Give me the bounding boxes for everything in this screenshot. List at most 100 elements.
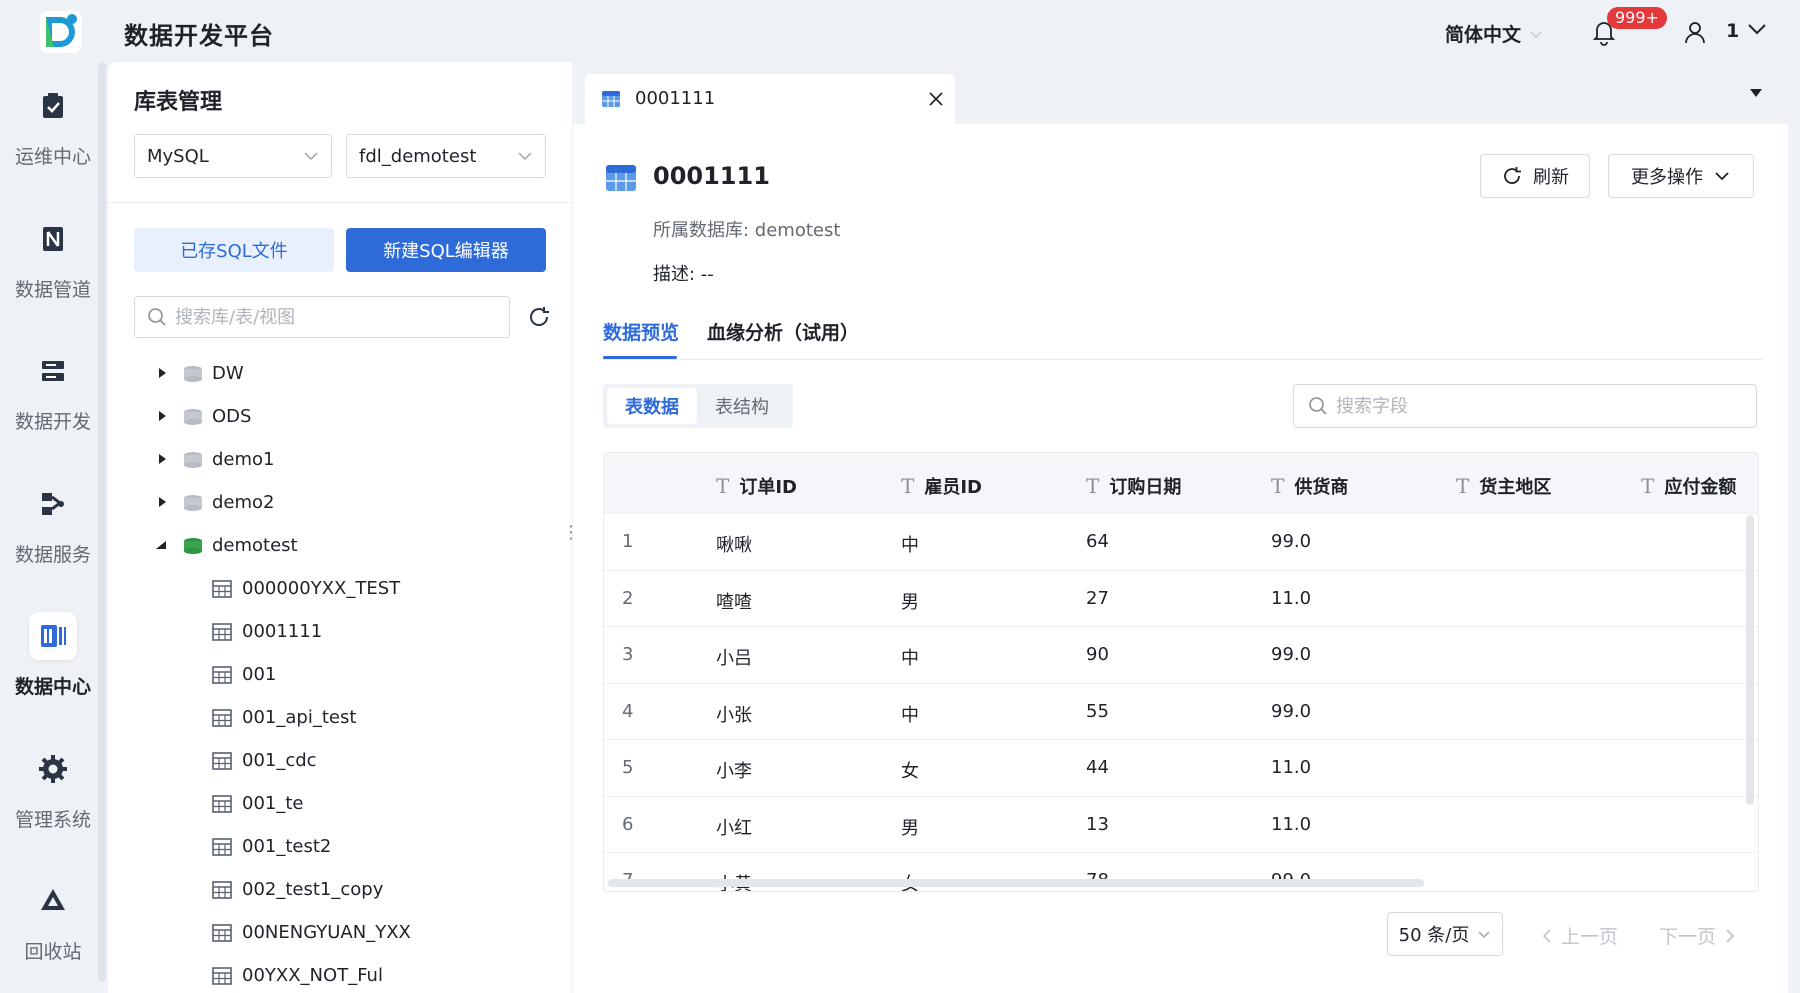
table-cell: 喳喳 (716, 591, 752, 613)
table-cell: 90 (1086, 644, 1109, 665)
active-tab-indicator (603, 356, 677, 359)
nav-item-admin[interactable]: 管理系统 (0, 725, 106, 835)
data-grid: T 订单ID T 雇员ID T 订购日期 T 供货商 T 货主地区 T 应付金额 1 啾啾中 6… (603, 452, 1759, 892)
tab-list-dropdown-icon[interactable] (1749, 88, 1763, 98)
table-cell: 64 (1086, 531, 1109, 552)
column-header[interactable]: T 订单ID (716, 473, 797, 499)
caret-right-icon[interactable] (156, 453, 168, 465)
panel-resize-handle[interactable]: ⋮⋮ (562, 522, 598, 552)
saved-sql-button[interactable]: 已存SQL文件 (134, 228, 334, 272)
caret-right-icon[interactable] (156, 410, 168, 422)
refresh-icon[interactable] (526, 304, 552, 330)
tree-table-label: 001_cdc (242, 750, 317, 771)
page-size-select[interactable]: 50 条/页 (1387, 912, 1503, 956)
tree-table-row[interactable]: 00NENGYUAN_YXX (108, 911, 572, 954)
tree-db-row[interactable]: demo1 (108, 438, 572, 481)
next-page-button[interactable]: 下一页 (1659, 922, 1736, 949)
row-index: 3 (622, 644, 634, 665)
tree-db-row-expanded[interactable]: demotest (108, 524, 572, 567)
table-title: 0001111 (653, 162, 770, 190)
field-search-input[interactable] (1336, 395, 1736, 417)
tree-db-label: ODS (212, 406, 252, 427)
table-cell: 55 (1086, 700, 1109, 722)
table-icon (212, 881, 232, 899)
table-cell: 中 (901, 535, 919, 556)
nav-item-data-dev[interactable]: 数据开发 (0, 327, 106, 437)
datasource-select[interactable]: fdl_demotest (346, 134, 546, 178)
language-selector[interactable]: 简体中文 (1445, 20, 1543, 47)
refresh-button[interactable]: 刷新 (1480, 154, 1590, 198)
table-row[interactable]: 5 小李 女 44 11.0 (604, 739, 1758, 795)
row-index: 1 (622, 531, 634, 552)
tree-db-row[interactable]: DW (108, 352, 572, 395)
user-menu-chevron-icon[interactable] (1746, 18, 1768, 40)
table-icon (212, 709, 232, 727)
segment-table-data[interactable]: 表数据 (607, 388, 697, 424)
new-sql-editor-button[interactable]: 新建SQL编辑器 (346, 228, 546, 272)
table-row[interactable]: 2 喳喳 男 27 11.0 (604, 569, 1758, 626)
more-actions-button[interactable]: 更多操作 (1608, 154, 1754, 198)
column-header[interactable]: T 供货商 (1271, 473, 1348, 499)
chevron-down-icon (1530, 30, 1542, 38)
tree-db-label: demotest (212, 535, 298, 556)
tree-db-row[interactable]: demo2 (108, 481, 572, 524)
segment-table-structure[interactable]: 表结构 (697, 388, 787, 424)
table-icon (212, 838, 232, 856)
tab-bar: 0001111 (573, 62, 1788, 124)
caret-right-icon[interactable] (156, 496, 168, 508)
tree-table-row[interactable]: 002_test1_copy (108, 868, 572, 911)
tab-lineage-analysis[interactable]: 血缘分析（试用） (707, 318, 859, 345)
tree-table-row[interactable]: 001_cdc (108, 739, 572, 782)
prev-page-button[interactable]: 上一页 (1541, 922, 1618, 949)
detail-panel: 0001111 0001111 刷新 更多操作 所属数据库: demotest … (573, 62, 1788, 993)
table-cell: 啾啾 (716, 535, 752, 556)
service-icon (29, 480, 77, 528)
detail-tabs: 数据预览 血缘分析（试用） (603, 318, 1763, 360)
nav-item-data-service[interactable]: 数据服务 (0, 460, 106, 570)
column-header[interactable]: T 雇员ID (901, 473, 982, 499)
nav-scrollbar[interactable] (98, 62, 106, 982)
server-stack-icon (29, 347, 77, 395)
tree-table-row[interactable]: 001 (108, 653, 572, 696)
table-cell: 11.0 (1271, 813, 1312, 835)
column-header[interactable]: T 应付金额 (1641, 473, 1736, 499)
nav-label: 数据服务 (14, 544, 91, 566)
caret-right-icon[interactable] (156, 367, 168, 379)
caret-down-icon[interactable] (155, 539, 167, 551)
tree-table-label: 000000YXX_TEST (242, 578, 401, 599)
nav-item-recycle-bin[interactable]: 回收站 (0, 857, 106, 967)
tree-table-row[interactable]: 001_test2 (108, 825, 572, 868)
table-row[interactable]: 6 小红 男 13 11.0 (604, 795, 1758, 852)
db-type-select[interactable]: MySQL (134, 134, 332, 178)
tree-table-row[interactable]: 000000YXX_TEST (108, 567, 572, 610)
text-type-icon: T (901, 474, 915, 498)
tab-data-preview[interactable]: 数据预览 (603, 318, 679, 345)
column-header-label: 应付金额 (1664, 477, 1737, 498)
column-header[interactable]: T 货主地区 (1456, 473, 1551, 499)
nav-label: 数据中心 (14, 676, 91, 698)
tree-table-row[interactable]: 00YXX_NOT_Ful (108, 954, 572, 993)
tab-table-0001111[interactable]: 0001111 (585, 74, 955, 124)
nav-item-ops-center[interactable]: 运维中心 (0, 62, 106, 172)
column-header[interactable]: T 订购日期 (1086, 473, 1181, 499)
table-icon (212, 666, 232, 684)
tree-table-label: 001_te (242, 793, 304, 814)
tree-db-label: DW (212, 363, 244, 384)
tree-table-row[interactable]: 001_api_test (108, 696, 572, 739)
app-logo[interactable] (40, 11, 82, 53)
user-name[interactable]: 1 (1726, 20, 1739, 42)
table-row[interactable]: 3 小吕 中 90 99.0 (604, 626, 1758, 682)
grid-vertical-scrollbar[interactable] (1746, 515, 1754, 805)
nav-item-data-pipeline[interactable]: 数据管道 (0, 195, 106, 305)
tree-db-row[interactable]: ODS (108, 395, 572, 438)
tree-search-input[interactable] (175, 306, 475, 328)
nav-item-data-center[interactable]: 数据中心 (0, 592, 106, 702)
user-icon[interactable] (1682, 19, 1708, 45)
table-row[interactable]: 1 啾啾 中 64 99.0 (604, 513, 1758, 569)
table-cell: 27 (1086, 587, 1109, 609)
tree-table-row[interactable]: 0001111 (108, 610, 572, 653)
table-row[interactable]: 4 小张 中 55 99.0 (604, 682, 1758, 739)
close-icon[interactable] (927, 90, 945, 108)
tree-table-row[interactable]: 001_te (108, 782, 572, 825)
grid-horizontal-scrollbar[interactable] (608, 879, 1424, 887)
